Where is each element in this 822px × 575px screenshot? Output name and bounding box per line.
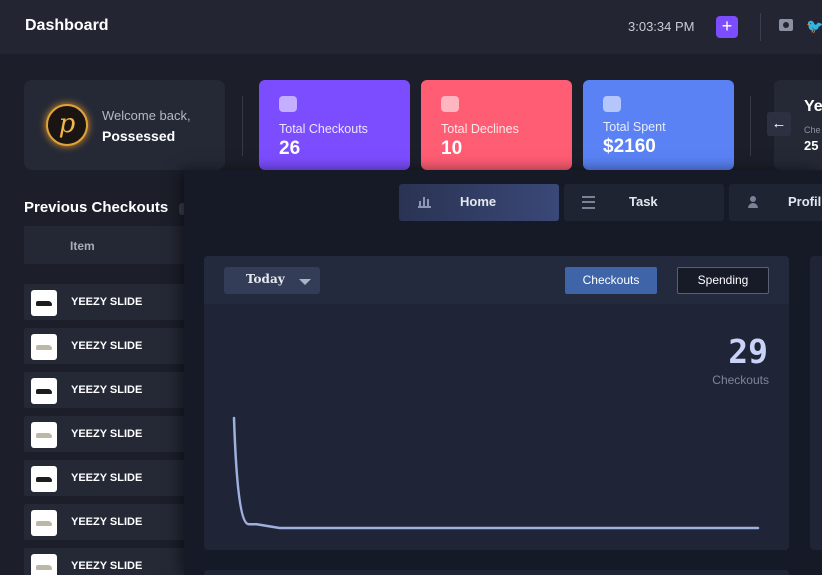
side-panel: [810, 256, 822, 550]
divider: [760, 13, 761, 41]
tab-label: Home: [460, 194, 497, 209]
table-row[interactable]: YEEZY SLIDE: [24, 416, 194, 452]
item-name: YEEZY SLIDE: [71, 516, 143, 528]
checkouts-panel: Today Checkouts Spending 29 Checkouts: [204, 256, 789, 550]
section-title: Previous Checkouts: [24, 199, 169, 216]
column-header-item: Item: [70, 239, 95, 253]
shoe-thumbnail: [31, 378, 57, 404]
series-line: [232, 416, 760, 530]
item-name: YEEZY SLIDE: [71, 340, 143, 352]
stat-card-spent: Total Spent $2160: [583, 80, 734, 170]
checkout-icon: [279, 96, 297, 112]
user-name: Possessed: [102, 128, 176, 144]
welcome-greeting: Welcome back,: [102, 108, 191, 123]
checkouts-chart: [232, 416, 760, 530]
tab-task[interactable]: Task: [564, 184, 724, 221]
shoe-icon: [36, 477, 52, 482]
stat-label: Total Declines: [441, 122, 519, 136]
table-row[interactable]: YEEZY SLIDE: [24, 460, 194, 496]
avatar[interactable]: p: [46, 104, 88, 146]
partial-card-title: Ye: [804, 98, 822, 115]
welcome-card: p Welcome back, Possessed: [24, 80, 225, 170]
shoe-thumbnail: [31, 554, 57, 575]
table-row[interactable]: YEEZY SLIDE: [24, 372, 194, 408]
divider: [242, 96, 243, 156]
item-name: YEEZY SLIDE: [71, 296, 143, 308]
add-button[interactable]: +: [716, 16, 738, 38]
table-row[interactable]: YEEZY SLIDE: [24, 504, 194, 540]
partial-card-value: 25: [804, 138, 819, 153]
stat-card-checkouts: Total Checkouts 26: [259, 80, 410, 170]
back-arrow-icon[interactable]: ←: [767, 112, 791, 136]
profile-icon: [747, 196, 759, 208]
list-icon: [582, 196, 595, 209]
table-row[interactable]: YEEZY SLIDE: [24, 284, 194, 320]
twitter-icon[interactable]: 🐦: [806, 18, 822, 35]
stat-label: Total Spent: [603, 120, 666, 134]
shoe-thumbnail: [31, 422, 57, 448]
table-row[interactable]: YEEZY SLIDE: [24, 548, 194, 575]
bar-chart-icon: [418, 197, 431, 208]
coins-icon: [603, 96, 621, 112]
partial-card-subtitle: Che: [804, 125, 821, 135]
table-row[interactable]: YEEZY SLIDE: [24, 328, 194, 364]
stat-card-declines: Total Declines 10: [421, 80, 572, 170]
shoe-icon: [36, 301, 52, 306]
overlay-window: Home Task Profil Today Checkouts Spendin…: [184, 170, 822, 575]
stat-label: Total Checkouts: [279, 122, 368, 136]
shoe-icon: [36, 345, 52, 350]
shoe-thumbnail: [31, 510, 57, 536]
bottom-panel: [204, 570, 789, 575]
shoe-icon: [36, 521, 52, 526]
stat-value: 10: [441, 138, 463, 159]
shoe-thumbnail: [31, 334, 57, 360]
shoe-thumbnail: [31, 290, 57, 316]
table-header: Item: [24, 226, 194, 264]
tab-profile[interactable]: Profil: [729, 184, 822, 221]
tab-label: Task: [629, 194, 658, 209]
decline-icon: [441, 96, 459, 112]
top-bar: Dashboard 3:03:34 PM + 🐦: [0, 0, 822, 54]
page-title: Dashboard: [25, 17, 109, 34]
item-name: YEEZY SLIDE: [71, 384, 143, 396]
stat-value: 26: [279, 138, 301, 159]
divider: [750, 96, 751, 156]
item-name: YEEZY SLIDE: [71, 472, 143, 484]
tab-label: Profil: [788, 194, 822, 209]
tab-home[interactable]: Home: [399, 184, 559, 221]
shoe-icon: [36, 433, 52, 438]
clock: 3:03:34 PM: [628, 19, 695, 34]
shoe-icon: [36, 565, 52, 570]
shoe-thumbnail: [31, 466, 57, 492]
item-name: YEEZY SLIDE: [71, 428, 143, 440]
stat-value: $2160: [603, 136, 656, 157]
shoe-icon: [36, 389, 52, 394]
item-name: YEEZY SLIDE: [71, 560, 143, 572]
camera-icon[interactable]: [779, 19, 793, 31]
